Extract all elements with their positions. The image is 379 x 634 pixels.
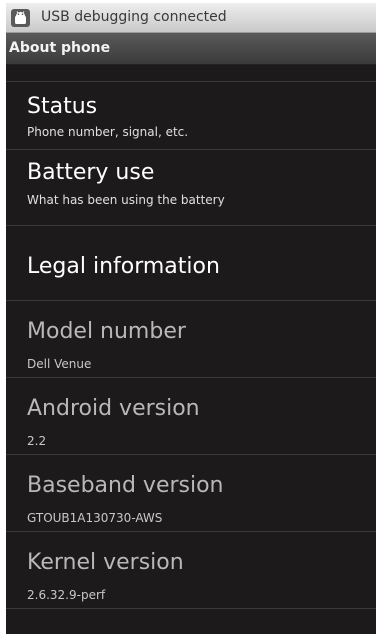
list-item-model-number: Model number Dell Venue [6,300,376,377]
list-item-title: Battery use [27,160,155,185]
status-bar[interactable]: USB debugging connected [6,3,376,33]
list-item-subtitle: Phone number, signal, etc. [27,125,189,139]
screenshot-frame: USB debugging connected About phone Stat… [0,0,379,634]
list-item-title: Baseband version [27,473,224,498]
phone-screen: USB debugging connected About phone Stat… [6,3,376,634]
list-item-battery-use[interactable]: Battery use What has been using the batt… [6,149,376,225]
list-item-subtitle: What has been using the battery [27,193,225,207]
list-item-title: Legal information [27,254,220,279]
list-item-subtitle: Dell Venue [27,357,92,371]
list-item-title: Kernel version [27,550,184,575]
list-item-title: Status [27,94,98,119]
list-item-kernel-version: Kernel version 2.6.32.9-perf [6,531,376,608]
title-bar: About phone [6,33,376,65]
list-item-subtitle: 2.2 [27,434,47,448]
list-item-baseband-version: Baseband version GTOUB1A130730-AWS [6,454,376,531]
list-item-title: Android version [27,396,200,421]
list-item-status[interactable]: Status Phone number, signal, etc. [6,81,376,149]
list-item-partial [6,608,376,634]
page-title: About phone [9,40,111,56]
notification-text: USB debugging connected [41,9,227,25]
android-debug-icon [11,9,30,27]
list-item-android-version: Android version 2.2 [6,377,376,454]
list-item-subtitle: GTOUB1A130730-AWS [27,511,163,525]
list-item-title: Model number [27,319,186,344]
list-item-subtitle: 2.6.32.9-perf [27,588,106,602]
list-item-legal-information[interactable]: Legal information [6,225,376,300]
